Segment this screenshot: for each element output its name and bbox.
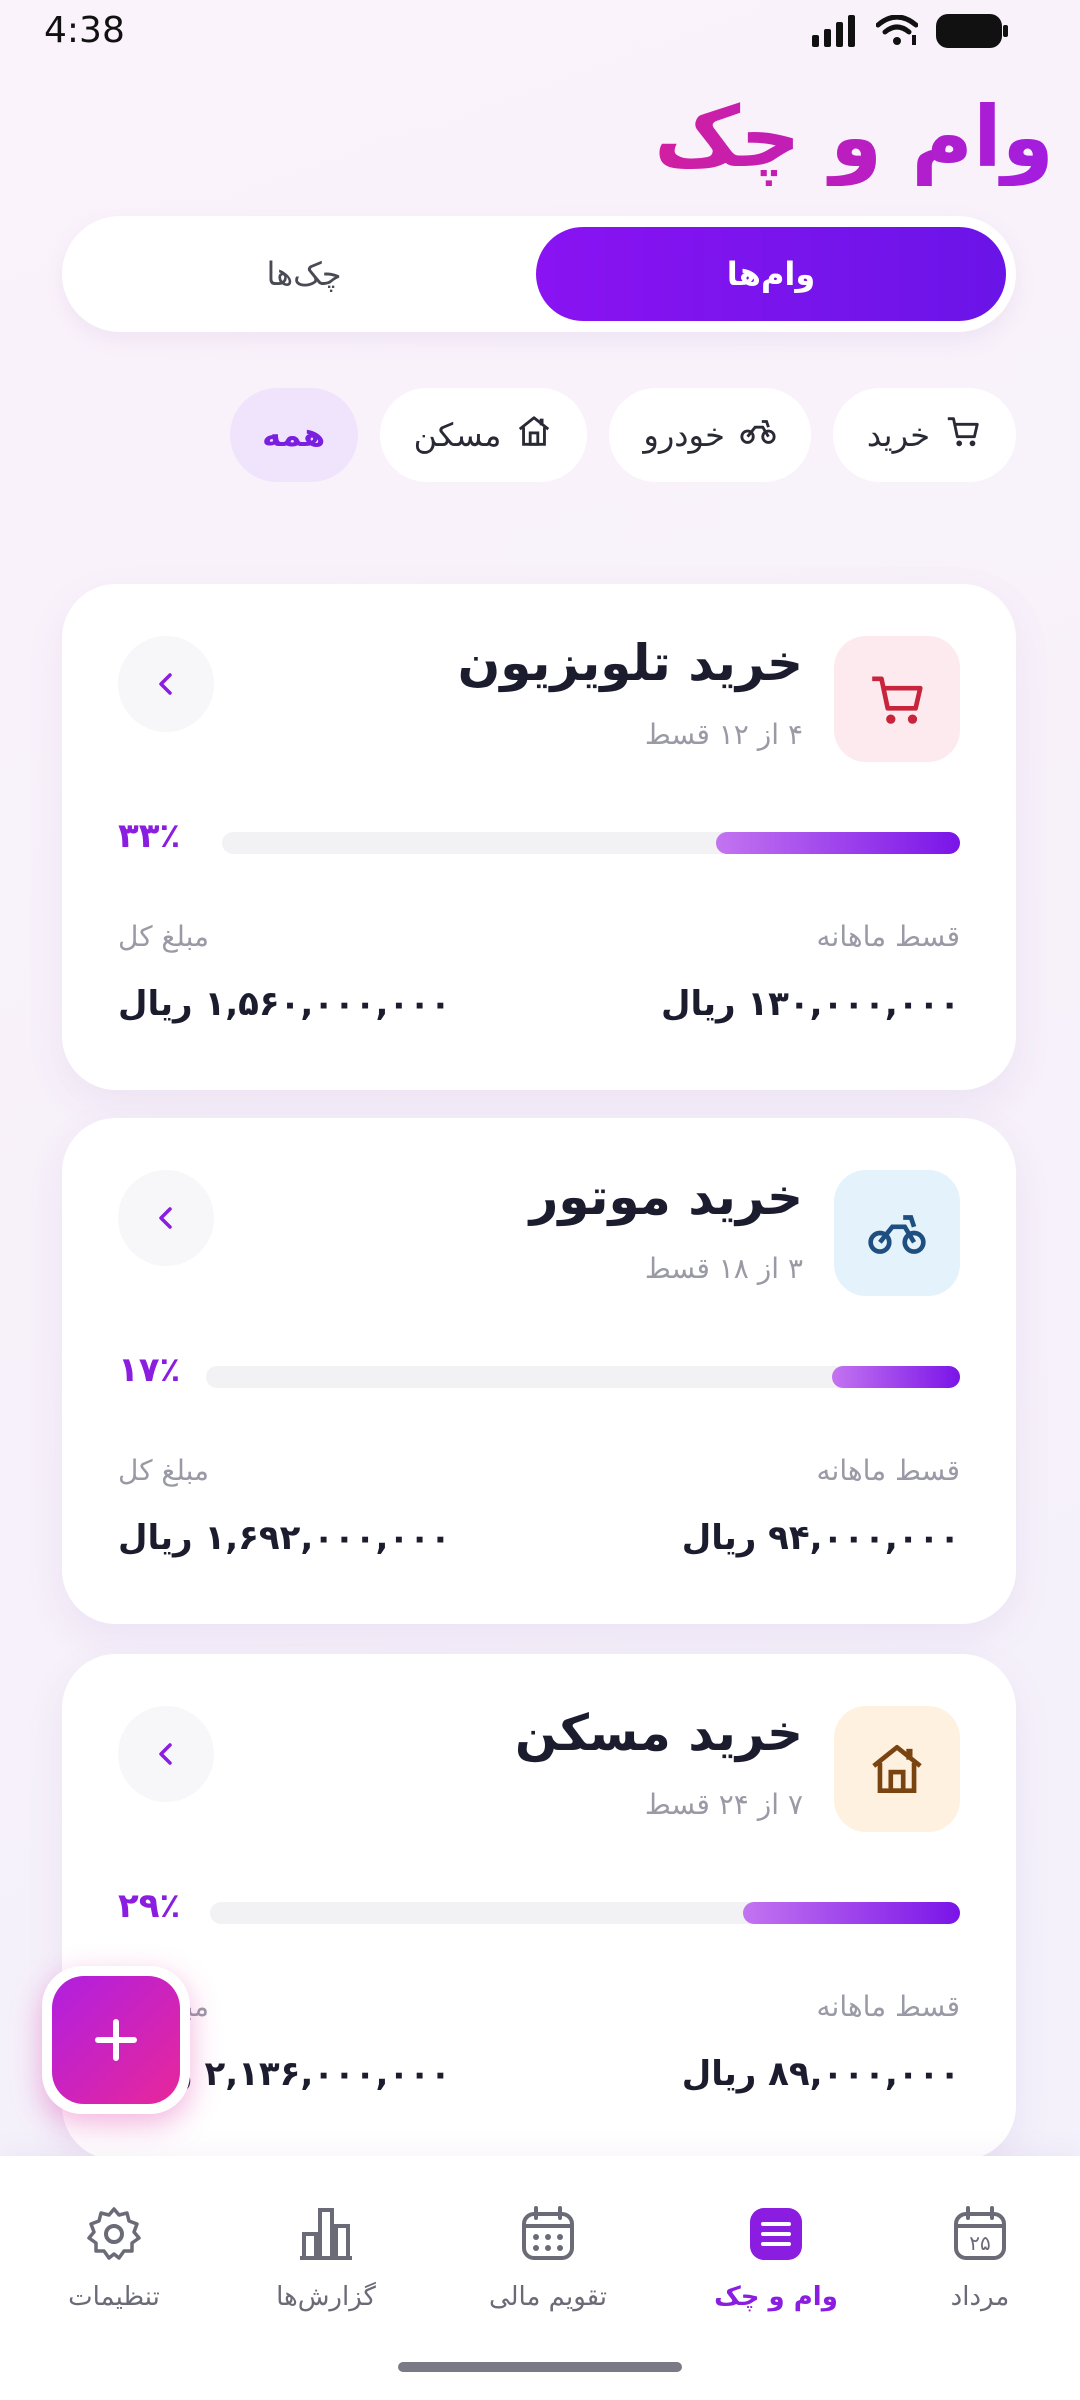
page-title: وام و چک — [654, 88, 1054, 186]
monthly-installment-value: ۹۴,۰۰۰,۰۰۰ ریال — [681, 1518, 960, 1558]
nav-item-settings[interactable]: تنظیمات — [14, 2204, 214, 2312]
nav-label: تقویم مالی — [488, 2282, 608, 2312]
filter-chip-housing[interactable]: مسکن — [379, 388, 588, 482]
nav-label: وام و چک — [714, 2282, 838, 2312]
list-icon — [746, 2204, 806, 2268]
filter-chip-label: مسکن — [413, 416, 502, 454]
monthly-installment-value: ۸۹,۰۰۰,۰۰۰ ریال — [681, 2054, 960, 2094]
nav-item-loans-cheques[interactable]: وام و چک — [676, 2204, 876, 2312]
loan-progress-fill — [742, 1902, 960, 1924]
loan-installments: ۳ از ۱۸ قسط — [644, 1252, 803, 1285]
filter-chip-label: خرید — [866, 416, 930, 454]
motorcycle-icon — [739, 412, 777, 458]
loan-installments: ۷ از ۲۴ قسط — [644, 1788, 803, 1821]
calendar-icon — [518, 2204, 578, 2268]
filter-chip-all[interactable]: همه — [229, 388, 358, 482]
nav-label: تنظیمات — [68, 2282, 160, 2312]
filter-chip-label: همه — [262, 416, 326, 454]
monthly-installment-value: ۱۳۰,۰۰۰,۰۰۰ ریال — [660, 984, 960, 1024]
add-loan-button[interactable] — [42, 1966, 190, 2114]
chevron-left-icon[interactable] — [118, 636, 214, 732]
chevron-left-icon[interactable] — [118, 1170, 214, 1266]
loan-progress-percent: ۳۳٪ — [118, 816, 181, 856]
total-amount-value: ۱,۵۶۰,۰۰۰,۰۰۰ ریال — [118, 984, 451, 1024]
total-amount-label: مبلغ کل — [118, 1454, 210, 1487]
status-bar: 4:38 — [0, 0, 1080, 62]
loan-card[interactable]: خرید تلویزیون ۴ از ۱۲ قسط ۳۳٪ قسط ماهانه… — [62, 584, 1016, 1090]
loan-progress-bar — [222, 832, 960, 854]
battery-icon — [936, 14, 1008, 48]
nav-item-reports[interactable]: گزارش‌ها — [226, 2204, 426, 2312]
nav-item-financial-calendar[interactable]: تقویم مالی — [448, 2204, 648, 2312]
loan-progress-bar — [210, 1902, 960, 1924]
loan-progress-percent: ۱۷٪ — [118, 1350, 181, 1390]
filter-chip-label: خودرو — [643, 416, 725, 454]
monthly-installment-label: قسط ماهانه — [816, 920, 960, 953]
loan-title: خرید موتور — [529, 1168, 803, 1226]
house-icon — [834, 1706, 960, 1832]
total-amount-value: ۱,۶۹۲,۰۰۰,۰۰۰ ریال — [118, 1518, 451, 1558]
loan-card[interactable]: خرید مسکن ۷ از ۲۴ قسط ۲۹٪ قسط ماهانه مبل… — [62, 1654, 1016, 2160]
nav-item-month[interactable]: ۲۵ مرداد — [880, 2204, 1080, 2312]
wifi-icon — [876, 15, 918, 45]
tab-loans[interactable]: وام‌ها — [536, 227, 1006, 321]
calendar-day-icon: ۲۵ — [950, 2204, 1010, 2268]
monthly-installment-label: قسط ماهانه — [816, 1454, 960, 1487]
house-icon — [515, 412, 553, 458]
signal-icon — [812, 15, 855, 47]
monthly-installment-label: قسط ماهانه — [816, 1990, 960, 2023]
cart-icon — [944, 412, 982, 458]
plus-icon — [52, 1976, 180, 2104]
nav-label: گزارش‌ها — [276, 2282, 376, 2312]
home-indicator — [398, 2362, 682, 2372]
status-icons — [812, 14, 1008, 48]
filter-chip-purchase[interactable]: خرید — [832, 388, 1016, 482]
loan-installments: ۴ از ۱۲ قسط — [644, 718, 803, 751]
motorcycle-icon — [834, 1170, 960, 1296]
calendar-day-number: ۲۵ — [969, 2231, 990, 2255]
loan-progress-bar — [206, 1366, 960, 1388]
loan-progress-percent: ۲۹٪ — [118, 1886, 181, 1926]
loan-progress-fill — [716, 832, 960, 854]
chevron-left-icon[interactable] — [118, 1706, 214, 1802]
status-time: 4:38 — [44, 10, 125, 51]
loan-title: خرید تلویزیون — [457, 634, 803, 692]
cart-icon — [834, 636, 960, 762]
segmented-tabs: وام‌ها چک‌ها — [62, 216, 1016, 332]
tab-cheques[interactable]: چک‌ها — [72, 227, 536, 321]
total-amount-label: مبلغ کل — [118, 920, 210, 953]
bar-chart-icon — [296, 2204, 356, 2268]
loan-card[interactable]: خرید موتور ۳ از ۱۸ قسط ۱۷٪ قسط ماهانه مب… — [62, 1118, 1016, 1624]
filter-chips: همه مسکن خودرو خرید — [229, 388, 1016, 482]
gear-icon — [84, 2204, 144, 2268]
loan-title: خرید مسکن — [514, 1704, 803, 1762]
filter-chip-vehicle[interactable]: خودرو — [609, 388, 811, 482]
nav-label: مرداد — [950, 2282, 1010, 2312]
loan-progress-fill — [831, 1366, 960, 1388]
